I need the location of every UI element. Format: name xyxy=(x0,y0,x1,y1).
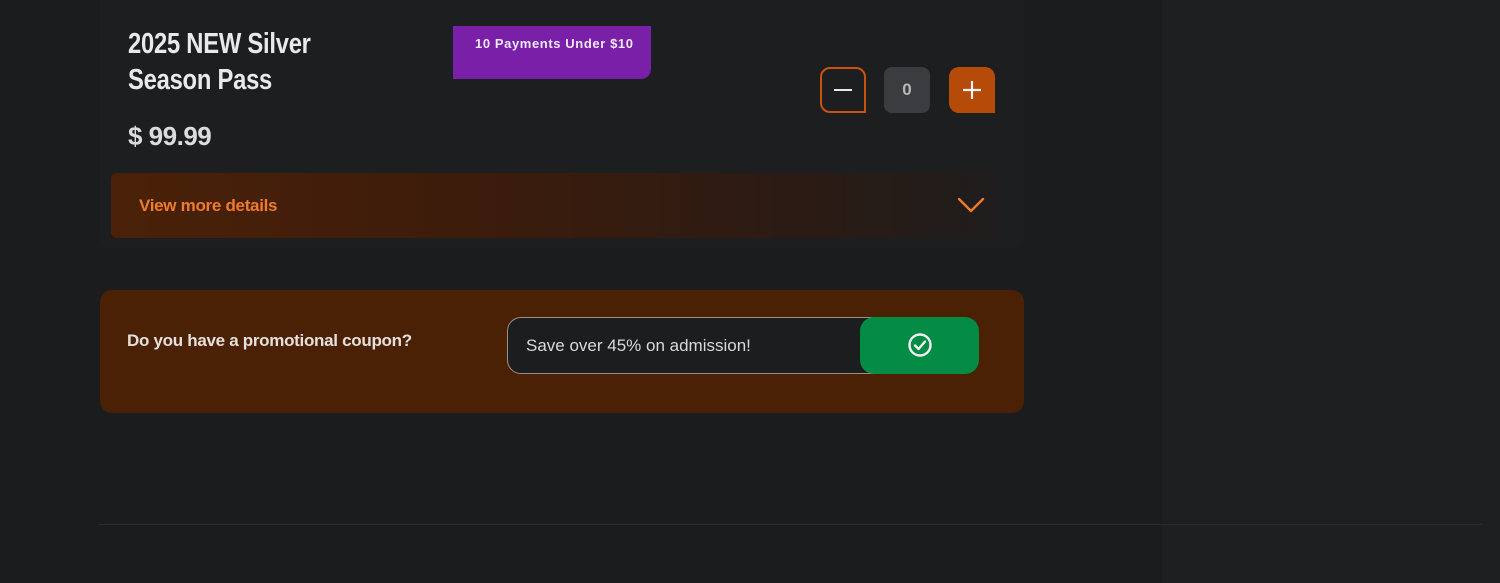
view-details-label: View more details xyxy=(139,196,278,215)
ticket-card: 2025 NEW Silver Season Pass 10 Payments … xyxy=(100,0,1024,248)
ticket-title: 2025 NEW Silver Season Pass xyxy=(128,28,311,96)
coupon-input[interactable] xyxy=(507,317,887,374)
promo-badge: 10 Payments Under $10 xyxy=(453,26,651,79)
plus-icon xyxy=(963,81,981,99)
chevron-down-icon xyxy=(957,197,985,213)
increment-button[interactable] xyxy=(949,67,995,113)
side-panel xyxy=(1162,0,1500,583)
coupon-section: Do you have a promotional coupon? xyxy=(100,290,1024,413)
quantity-value: 0 xyxy=(884,67,930,113)
apply-coupon-button[interactable] xyxy=(860,317,979,374)
view-details-toggle[interactable]: View more details xyxy=(111,173,997,238)
decrement-button[interactable] xyxy=(820,67,866,113)
coupon-question: Do you have a promotional coupon? xyxy=(127,331,412,350)
check-circle-icon xyxy=(908,333,932,357)
divider xyxy=(98,524,1482,525)
ticket-price: $ 99.99 xyxy=(128,121,212,151)
